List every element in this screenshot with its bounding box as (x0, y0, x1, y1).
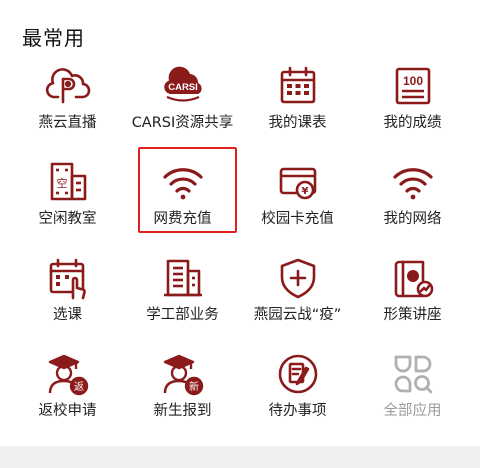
app-tile-free-classroom[interactable]: 空 空闲教室 (10, 152, 125, 248)
section-title: 最常用 (22, 26, 85, 50)
score-icon-text: 100 (402, 74, 422, 88)
app-label: 新生报到 (153, 403, 212, 419)
policy-book-icon (391, 256, 435, 300)
card-yen-icon: ¥ (276, 160, 320, 204)
new-icon-text: 新 (189, 380, 199, 393)
building-kong-icon: 空 (46, 160, 90, 204)
app-label: 选课 (53, 307, 82, 323)
app-tile-my-network[interactable]: 我的网络 (355, 152, 470, 248)
app-label: 我的网络 (383, 211, 442, 227)
todo-edit-icon (276, 352, 320, 396)
classroom-icon-text: 空 (56, 176, 67, 190)
yanyun-live-icon (45, 64, 90, 108)
app-tile-net-fee-recharge[interactable]: 网费充值 (125, 147, 240, 248)
app-tile-course-selection[interactable]: 选课 (10, 248, 125, 344)
app-tile-my-scores[interactable]: 100 我的成绩 (355, 56, 470, 152)
app-grid: 燕云直播 CARSI CARSI资源共享 我的课表 100 我的成绩 空 空闲教… (10, 56, 470, 440)
app-tile-student-affairs[interactable]: 学工部业务 (125, 248, 240, 344)
app-tile-carsi[interactable]: CARSI CARSI资源共享 (125, 56, 240, 152)
app-label: 校园卡充值 (261, 211, 334, 227)
app-label: 待办事项 (268, 403, 327, 419)
graduate-return-icon: 返 (46, 352, 90, 396)
wifi-icon (391, 160, 435, 204)
carsi-cloud-icon: CARSI (161, 64, 205, 108)
office-building-icon (161, 256, 205, 300)
app-tile-policy-lectures[interactable]: 形策讲座 (355, 248, 470, 344)
carsi-icon-text: CARSI (168, 82, 198, 93)
return-icon-text: 返 (74, 381, 84, 393)
calendar-hand-icon (46, 256, 90, 300)
calendar-grid-icon (276, 64, 320, 108)
graduate-new-icon: 新 (161, 352, 205, 396)
score-100-icon: 100 (391, 64, 435, 108)
wifi-icon (161, 160, 205, 204)
app-label: 返校申请 (38, 403, 97, 419)
app-tile-all-apps[interactable]: 全部应用 (355, 344, 470, 440)
app-label: 我的课表 (268, 115, 327, 131)
app-label: 燕园云战“疫” (253, 307, 342, 323)
app-tile-yanyun-live[interactable]: 燕云直播 (10, 56, 125, 152)
shield-plus-icon (276, 256, 320, 300)
app-label: 学工部业务 (146, 307, 219, 323)
app-tile-freshman-register[interactable]: 新 新生报到 (125, 344, 240, 440)
app-label: 网费充值 (153, 211, 212, 227)
frequent-apps-card: 最常用 燕云直播 CARSI CARSI资源共享 我的课表 100 我的成绩 空… (0, 0, 480, 446)
app-tile-return-application[interactable]: 返 返校申请 (10, 344, 125, 440)
app-tile-epidemic-fight[interactable]: 燕园云战“疫” (240, 248, 355, 344)
app-tile-card-recharge[interactable]: ¥ 校园卡充值 (240, 152, 355, 248)
app-tile-my-schedule[interactable]: 我的课表 (240, 56, 355, 152)
app-label: CARSI资源共享 (131, 115, 234, 131)
app-label: 形策讲座 (383, 307, 442, 323)
app-label: 空闲教室 (38, 211, 97, 227)
all-apps-icon (391, 352, 435, 396)
app-label: 燕云直播 (38, 115, 97, 131)
app-tile-todo[interactable]: 待办事项 (240, 344, 355, 440)
card-icon-text: ¥ (301, 186, 308, 197)
app-label: 我的成绩 (383, 115, 442, 131)
app-label: 全部应用 (383, 403, 442, 419)
